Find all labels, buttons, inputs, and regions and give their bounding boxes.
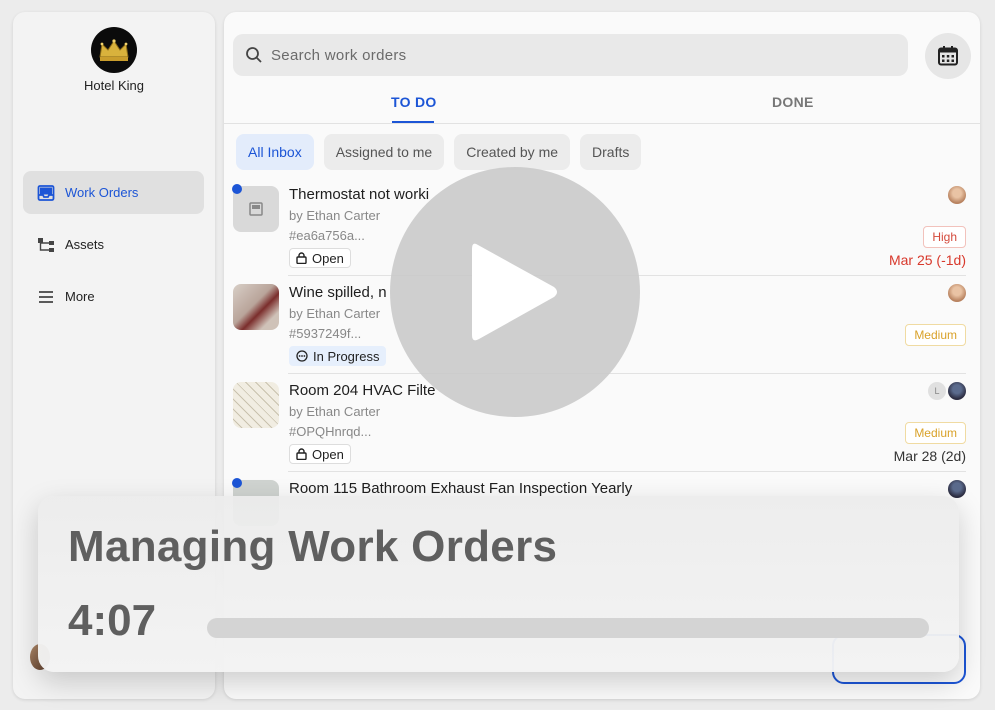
hierarchy-icon [37, 236, 55, 254]
video-progress-bar[interactable] [207, 618, 929, 638]
unread-dot [232, 184, 242, 194]
assignees [948, 480, 966, 498]
tab-todo[interactable]: TO DO [391, 94, 437, 110]
work-order-title: Wine spilled, n [289, 284, 387, 301]
due-date: Mar 25 (-1d) [888, 252, 966, 268]
work-order-title: Room 115 Bathroom Exhaust Fan Inspection… [289, 480, 633, 497]
work-order-title: Room 204 HVAC Filte [289, 382, 436, 399]
priority-badge: High [923, 226, 966, 248]
filter-drafts[interactable]: Drafts [580, 134, 642, 170]
lock-icon [296, 252, 307, 264]
status-badge: Open [289, 444, 351, 464]
work-order-id: #OPQHnrqd... [289, 424, 372, 439]
sidebar-item-label: More [65, 289, 95, 304]
sidebar-item-label: Work Orders [65, 185, 139, 200]
calendar-button[interactable] [925, 33, 971, 79]
inbox-icon [249, 202, 263, 216]
work-order-thumbnail [233, 284, 279, 330]
status-badge: In Progress [289, 346, 387, 366]
assignees [948, 186, 966, 204]
work-order-author: by Ethan Carter [289, 306, 381, 321]
avatar: L [928, 382, 946, 400]
lock-icon [296, 448, 307, 460]
progress-icon [296, 350, 308, 362]
work-order-title: Thermostat not worki [289, 186, 430, 203]
unread-dot [232, 478, 242, 488]
video-card: Managing Work Orders 4:07 [38, 496, 959, 672]
sidebar-item-label: Assets [65, 237, 105, 252]
sidebar-item-work-orders[interactable]: Work Orders [23, 171, 204, 214]
priority-badge: Medium [905, 422, 966, 444]
status-label: Open [312, 250, 344, 266]
due-date: Mar 28 (2d) [893, 448, 966, 464]
play-button[interactable] [390, 167, 640, 417]
avatar [948, 480, 966, 498]
hotel-name: Hotel King [84, 78, 144, 93]
play-icon [472, 243, 557, 341]
sidebar-item-more[interactable]: More [23, 275, 204, 318]
sidebar-item-assets[interactable]: Assets [23, 223, 204, 266]
tab-bar: TO DO DONE [224, 90, 980, 124]
status-label: Open [312, 446, 344, 462]
work-order-author: by Ethan Carter [289, 208, 381, 223]
filter-chips: All Inbox Assigned to me Created by me D… [236, 134, 642, 170]
priority-badge: Medium [905, 324, 966, 346]
inbox-icon [37, 184, 55, 202]
avatar [948, 284, 966, 302]
hotel-logo[interactable] [91, 27, 137, 73]
work-order-author: by Ethan Carter [289, 404, 381, 419]
work-order-id: #5937249f... [289, 326, 362, 341]
avatar [948, 186, 966, 204]
filter-created-by-me[interactable]: Created by me [454, 134, 571, 170]
avatar [948, 382, 966, 400]
work-order-id: #ea6a756a... [289, 228, 365, 243]
status-badge: Open [289, 248, 351, 268]
filter-assigned-to-me[interactable]: Assigned to me [323, 134, 445, 170]
search-icon [246, 47, 262, 63]
menu-icon [37, 288, 55, 306]
status-label: In Progress [313, 348, 380, 364]
tab-indicator [392, 121, 434, 123]
video-duration: 4:07 [68, 596, 157, 645]
calendar-icon [938, 46, 958, 66]
assignees [948, 284, 966, 302]
video-title: Managing Work Orders [68, 522, 558, 571]
work-order-thumbnail [233, 382, 279, 428]
search-input[interactable] [271, 46, 871, 64]
search-bar[interactable] [233, 34, 908, 76]
tab-done[interactable]: DONE [772, 94, 814, 110]
work-order-row[interactable]: Room 204 HVAC Filte by Ethan Carter #OPQ… [224, 374, 980, 472]
assignees: L [928, 382, 966, 400]
filter-all-inbox[interactable]: All Inbox [236, 134, 314, 170]
crown-icon [99, 39, 129, 61]
